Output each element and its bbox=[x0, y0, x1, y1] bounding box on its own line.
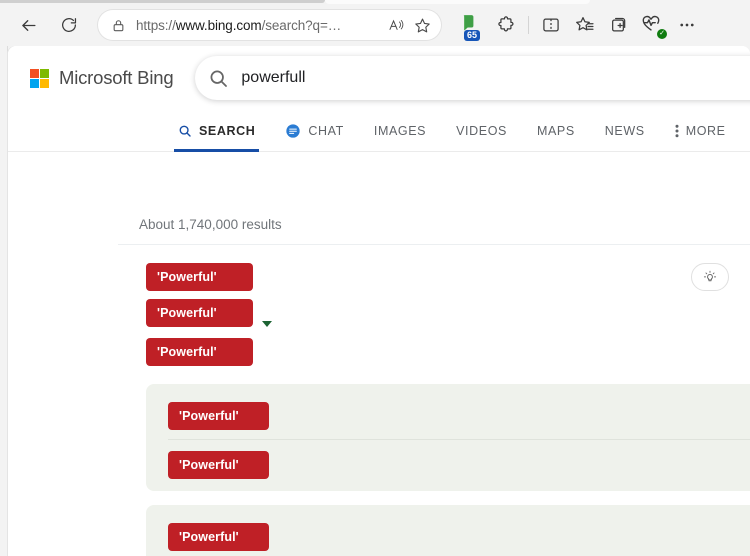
chevron-down-icon[interactable] bbox=[262, 321, 272, 327]
url-host: www.bing.com bbox=[175, 17, 262, 33]
insights-button[interactable] bbox=[691, 263, 729, 291]
toolbar-divider bbox=[528, 16, 529, 34]
favorites-icon bbox=[576, 17, 594, 31]
bing-logo-text: Microsoft Bing bbox=[59, 67, 174, 88]
settings-more-icon bbox=[680, 23, 694, 27]
card-divider bbox=[168, 439, 750, 440]
results-divider bbox=[118, 244, 750, 245]
browser-essentials-button[interactable]: ✓ bbox=[636, 9, 670, 41]
tab-videos[interactable]: VIDEOS bbox=[456, 110, 507, 152]
tab-more[interactable]: MORE bbox=[675, 110, 726, 152]
back-arrow-icon bbox=[21, 19, 36, 31]
tab-videos-label: VIDEOS bbox=[456, 124, 507, 138]
extensions-puzzle-icon bbox=[498, 16, 514, 32]
reload-icon bbox=[62, 18, 77, 33]
browser-essentials-icon: ✓ bbox=[640, 12, 667, 39]
result-card: 'Powerful''Powerful' bbox=[146, 505, 750, 556]
split-screen-icon bbox=[543, 18, 559, 32]
tab-search-label: SEARCH bbox=[199, 124, 256, 138]
tab-maps[interactable]: MAPS bbox=[537, 110, 575, 152]
search-icon bbox=[195, 68, 241, 89]
split-screen-button[interactable] bbox=[534, 9, 568, 41]
redacted-result-title[interactable]: 'Powerful' bbox=[168, 402, 269, 430]
redacted-result-title[interactable]: 'Powerful' bbox=[146, 299, 253, 327]
url-scheme: https:// bbox=[136, 17, 176, 33]
url-ellipsis: … bbox=[327, 17, 342, 33]
tab-chat[interactable]: CHAT bbox=[285, 110, 344, 152]
address-bar[interactable]: https://www.bing.com/search?q=… bbox=[98, 10, 441, 40]
add-favorite-icon[interactable] bbox=[409, 13, 435, 37]
coupon-count-badge: 65 bbox=[464, 29, 481, 41]
collections-button[interactable] bbox=[602, 9, 636, 41]
read-aloud-icon[interactable] bbox=[383, 13, 409, 37]
browser-toolbar: https://www.bing.com/search?q=… 65 ✓ bbox=[0, 4, 750, 46]
search-results-area: About 1,740,000 results 'Powerful' 'Power… bbox=[8, 153, 750, 556]
search-input[interactable] bbox=[241, 69, 750, 87]
url-path: /search?q= bbox=[261, 17, 328, 33]
extensions-button[interactable] bbox=[489, 9, 523, 41]
nav-items: SEARCH CHAT IMAGES VIDEOS MAPS NEWS MORE bbox=[8, 110, 750, 152]
kebab-menu-icon bbox=[675, 124, 679, 138]
tab-images-label: IMAGES bbox=[373, 124, 427, 138]
window-left-gutter bbox=[0, 46, 8, 556]
settings-and-more-button[interactable] bbox=[670, 9, 704, 41]
result-count-text: About 1,740,000 results bbox=[139, 217, 282, 232]
tab-images[interactable]: IMAGES bbox=[374, 110, 426, 152]
shopping-coupon-button[interactable]: 65 bbox=[455, 9, 489, 41]
bing-header: Microsoft Bing bbox=[8, 46, 750, 110]
bing-logo[interactable]: Microsoft Bing bbox=[30, 67, 174, 89]
favorites-button[interactable] bbox=[568, 9, 602, 41]
browser-window: https://www.bing.com/search?q=… 65 ✓ Mic… bbox=[0, 0, 750, 556]
redacted-result-title[interactable]: 'Powerful' bbox=[146, 263, 253, 291]
collections-icon bbox=[612, 17, 626, 32]
background-tab[interactable] bbox=[0, 0, 325, 3]
tab-search[interactable]: SEARCH bbox=[173, 110, 260, 152]
tab-more-label: MORE bbox=[685, 124, 726, 138]
chat-bubble-icon bbox=[285, 123, 301, 139]
bing-search-bar[interactable] bbox=[195, 56, 750, 100]
search-icon bbox=[178, 124, 192, 138]
toolbar-icon-group: 65 ✓ bbox=[455, 9, 704, 41]
microsoft-logo-icon bbox=[30, 68, 49, 88]
reload-button[interactable] bbox=[52, 9, 86, 41]
tab-news[interactable]: NEWS bbox=[605, 110, 645, 152]
tab-maps-label: MAPS bbox=[536, 124, 575, 138]
redacted-result-title[interactable]: 'Powerful' bbox=[146, 338, 253, 366]
tab-news-label: NEWS bbox=[604, 124, 645, 138]
lightbulb-icon bbox=[703, 270, 717, 282]
tab-chat-label: CHAT bbox=[308, 124, 344, 138]
result-card: 'Powerful' 'Powerful' bbox=[146, 384, 750, 491]
back-button[interactable] bbox=[11, 9, 45, 41]
lock-icon bbox=[108, 19, 128, 32]
redacted-result-title[interactable]: 'Powerful' bbox=[168, 523, 269, 551]
essentials-ok-badge: ✓ bbox=[657, 29, 667, 39]
bing-nav-bar: SEARCH CHAT IMAGES VIDEOS MAPS NEWS MORE bbox=[8, 110, 750, 152]
shopping-coupon-icon: 65 bbox=[459, 12, 485, 41]
redacted-result-title[interactable]: 'Powerful' bbox=[168, 451, 269, 479]
page-viewport: Microsoft Bing powerfull SEARCH CHAT IMA… bbox=[8, 46, 750, 556]
address-bar-url: https://www.bing.com/search?q=… bbox=[136, 18, 383, 33]
